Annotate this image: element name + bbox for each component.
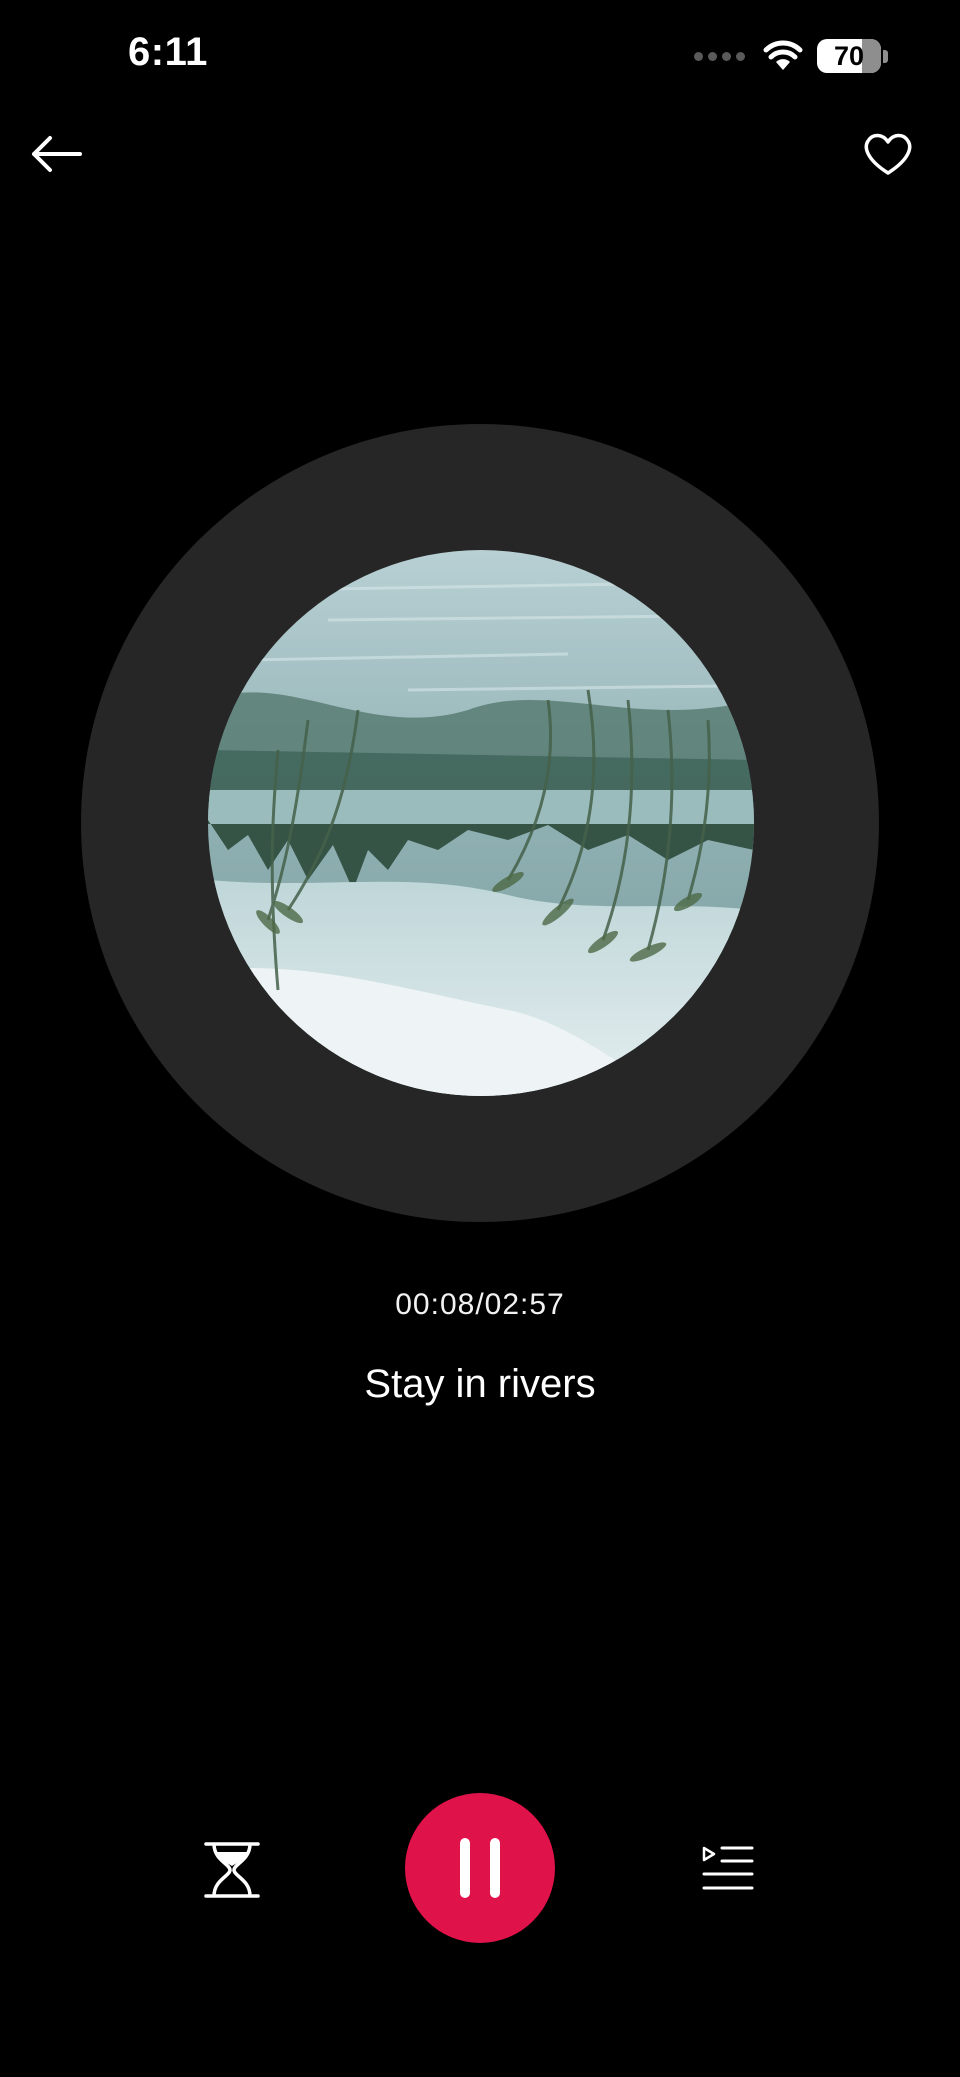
arrow-left-icon: [32, 136, 82, 172]
status-time: 6:11: [128, 30, 208, 74]
playlist-button[interactable]: [696, 1840, 760, 1900]
battery-level: 70: [833, 40, 865, 71]
battery-nub: [883, 49, 888, 63]
status-icons: 70: [694, 36, 888, 76]
battery-icon: 70: [817, 39, 881, 73]
track-title: Stay in rivers: [364, 1362, 596, 1406]
wifi-icon: [763, 40, 803, 70]
sleep-timer-button[interactable]: [198, 1838, 266, 1902]
favorite-button[interactable]: [858, 126, 918, 182]
hourglass-icon: [204, 1842, 260, 1898]
playback-time: 00:08/02:57: [395, 1288, 565, 1321]
pause-icon: [460, 1838, 500, 1898]
album-cover-art: [208, 550, 754, 1096]
back-button[interactable]: [24, 126, 88, 182]
cellular-signal-icon: [694, 51, 745, 61]
heart-outline-icon: [864, 133, 912, 175]
pause-button[interactable]: [405, 1793, 555, 1943]
playlist-icon: [702, 1846, 754, 1890]
